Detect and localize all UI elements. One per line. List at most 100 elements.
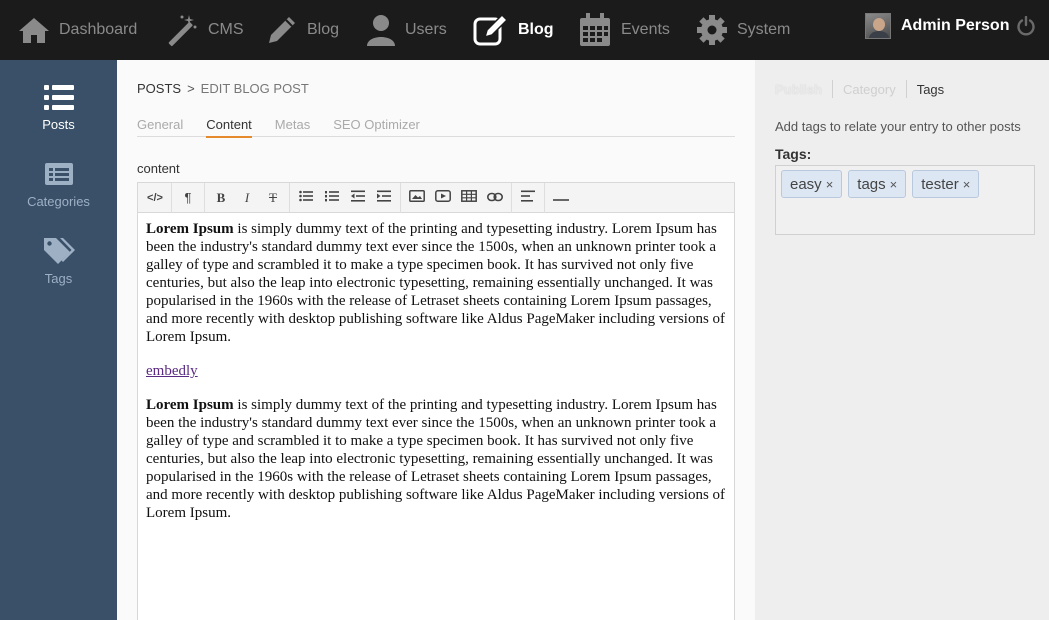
remove-tag-icon[interactable]: × <box>890 177 898 192</box>
tag-chip: tags × <box>848 170 907 198</box>
align-left-icon <box>521 190 535 205</box>
tags-input[interactable]: easy × tags × tester × <box>775 165 1035 235</box>
main-content: POSTS > EDIT BLOG POST General Content M… <box>117 60 755 620</box>
insert-video-button[interactable] <box>430 186 456 210</box>
user-icon <box>366 14 396 46</box>
tab-seo-optimizer[interactable]: SEO Optimizer <box>333 117 420 137</box>
tag-label: tags <box>857 175 886 193</box>
toolbar-divider <box>171 182 172 213</box>
breadcrumb: POSTS > EDIT BLOG POST <box>137 81 309 96</box>
content-paragraph: Lorem Ipsum is simply dummy text of the … <box>146 220 726 346</box>
sidebar-item-tags[interactable]: Tags <box>0 237 117 286</box>
power-icon[interactable] <box>1016 15 1036 41</box>
nav-item-dashboard[interactable]: Dashboard <box>18 0 137 60</box>
nav-item-cms[interactable]: CMS <box>165 0 244 60</box>
tab-divider <box>905 80 907 98</box>
nav-label: Users <box>405 21 447 38</box>
tag-label: easy <box>790 175 822 193</box>
paragraph-bold-text: Lorem Ipsum <box>146 397 234 413</box>
tag-label: tester <box>921 175 959 193</box>
link-icon <box>487 190 503 205</box>
insert-link-button[interactable] <box>482 186 508 210</box>
tag-chip: easy × <box>781 170 843 198</box>
top-navbar: Dashboard CMS Blog Users Blog Events Sys… <box>0 0 1049 60</box>
tags-description: Add tags to relate your entry to other p… <box>775 119 1021 134</box>
bold-button[interactable]: B <box>208 186 234 210</box>
outdent-icon <box>351 190 365 205</box>
horizontal-rule-button[interactable] <box>548 186 574 210</box>
sidebar-item-label: Posts <box>42 117 75 132</box>
tags-label: Tags: <box>775 146 812 162</box>
user-name: Admin Person <box>901 17 1010 34</box>
toolbar-divider <box>544 182 545 213</box>
tab-divider <box>831 80 833 98</box>
content-paragraph: Lorem Ipsum is simply dummy text of the … <box>146 396 726 522</box>
sidebar: Posts Categories Tags <box>0 60 117 620</box>
unordered-list-button[interactable] <box>293 186 319 210</box>
edit-icon <box>473 14 509 46</box>
toolbar-divider <box>289 182 290 213</box>
content-tabs: General Content Metas SEO Optimizer <box>137 117 735 138</box>
ordered-list-icon <box>325 190 339 205</box>
editor-content-area[interactable]: Lorem Ipsum is simply dummy text of the … <box>138 213 734 545</box>
user-menu[interactable]: Admin Person <box>865 12 1009 40</box>
paragraph-bold-text: Lorem Ipsum <box>146 221 234 237</box>
toolbar-divider <box>204 182 205 213</box>
paragraph-format-button[interactable]: ¶ <box>175 186 201 210</box>
toolbar-divider <box>400 182 401 213</box>
tab-publish[interactable]: Publish <box>775 82 822 97</box>
italic-button[interactable]: I <box>234 186 260 210</box>
avatar <box>865 13 891 39</box>
nav-label: Blog <box>518 21 554 38</box>
nav-item-blog-secondary[interactable]: Blog <box>266 0 339 60</box>
tab-category[interactable]: Category <box>843 82 896 97</box>
unordered-list-icon <box>299 190 313 205</box>
sidebar-item-label: Categories <box>27 194 90 209</box>
embedly-link[interactable]: embedly <box>146 363 198 379</box>
sidebar-item-categories[interactable]: Categories <box>0 162 117 209</box>
video-icon <box>435 190 451 205</box>
panel-tabs: Publish Category Tags <box>775 80 944 98</box>
breadcrumb-posts[interactable]: POSTS <box>137 81 181 96</box>
insert-image-button[interactable] <box>404 186 430 210</box>
pencil-icon <box>266 14 298 46</box>
nav-item-system[interactable]: System <box>696 0 790 60</box>
gear-icon <box>696 14 728 46</box>
remove-tag-icon[interactable]: × <box>826 177 834 192</box>
tag-chip: tester × <box>912 170 980 198</box>
categories-icon <box>0 162 117 188</box>
nav-label: System <box>737 21 791 38</box>
tags-icon <box>0 237 117 265</box>
indent-icon <box>377 190 391 205</box>
html-source-button[interactable]: </> <box>142 186 168 210</box>
tab-general[interactable]: General <box>137 117 183 137</box>
nav-item-users[interactable]: Users <box>366 0 447 60</box>
strikethrough-button[interactable]: T <box>260 186 286 210</box>
sidebar-item-posts[interactable]: Posts <box>0 85 117 132</box>
breadcrumb-current: EDIT BLOG POST <box>200 81 309 96</box>
outdent-button[interactable] <box>345 186 371 210</box>
right-panel: Publish Category Tags Add tags to relate… <box>755 60 1049 620</box>
home-icon <box>18 16 50 44</box>
editor-toolbar: </> ¶ B I T <box>138 182 734 213</box>
ordered-list-button[interactable] <box>319 186 345 210</box>
insert-table-button[interactable] <box>456 186 482 210</box>
alignment-button[interactable] <box>515 186 541 210</box>
calendar-icon <box>578 12 612 48</box>
image-icon <box>409 190 425 205</box>
paragraph-text: is simply dummy text of the printing and… <box>146 397 726 521</box>
indent-button[interactable] <box>371 186 397 210</box>
toolbar-divider <box>511 182 512 213</box>
nav-item-blog-active[interactable]: Blog <box>473 0 554 60</box>
content-field-label: content <box>137 161 180 176</box>
content-link-paragraph: embedly <box>146 362 726 380</box>
horizontal-rule-icon <box>553 190 569 205</box>
tab-tags[interactable]: Tags <box>917 82 944 97</box>
tab-content[interactable]: Content <box>206 117 252 138</box>
nav-item-events[interactable]: Events <box>578 0 670 60</box>
sidebar-item-label: Tags <box>44 271 73 286</box>
nav-label: Events <box>621 21 670 38</box>
breadcrumb-separator: > <box>187 81 195 96</box>
remove-tag-icon[interactable]: × <box>963 177 971 192</box>
tab-metas[interactable]: Metas <box>275 117 310 137</box>
